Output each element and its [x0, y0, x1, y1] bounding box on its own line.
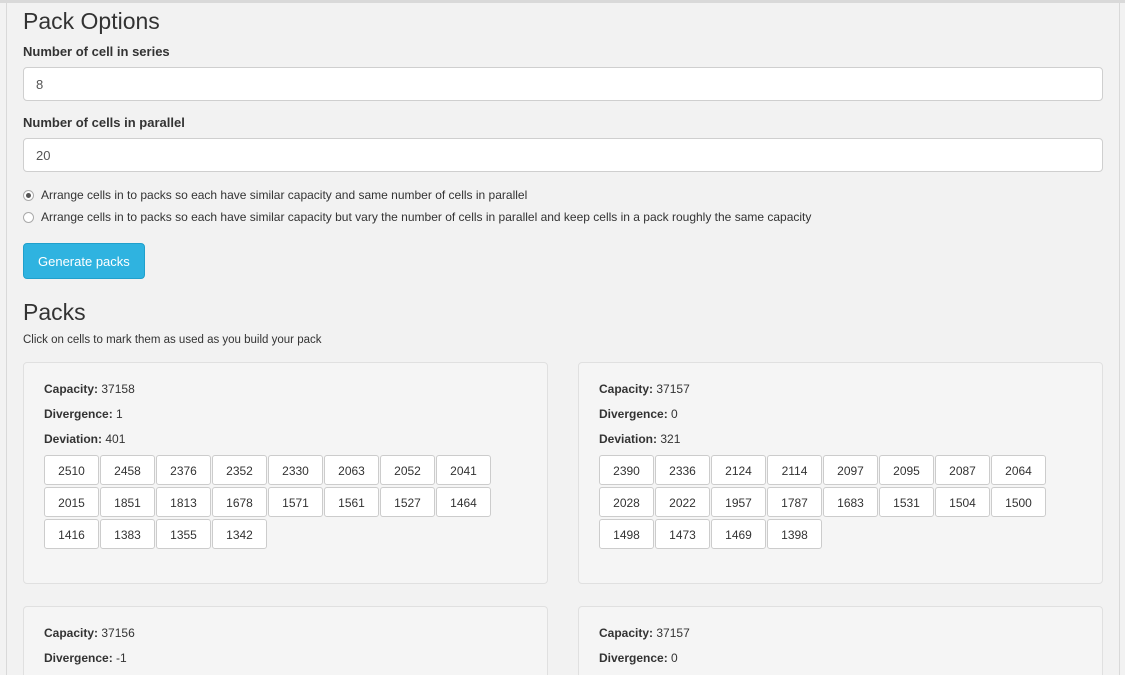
cell-button[interactable]: 1561	[324, 487, 379, 517]
cell-button[interactable]: 2124	[711, 455, 766, 485]
capacity-stat: Capacity: 37157	[599, 382, 690, 396]
cell-button[interactable]: 2330	[268, 455, 323, 485]
cell-button[interactable]: 2336	[655, 455, 710, 485]
cell-button[interactable]: 1342	[212, 519, 267, 549]
radio-button-unselected[interactable]	[23, 211, 34, 223]
cell-button[interactable]: 2063	[324, 455, 379, 485]
parallel-input[interactable]	[23, 138, 1103, 172]
cell-button[interactable]: 2376	[156, 455, 211, 485]
cell-button[interactable]: 2352	[212, 455, 267, 485]
pack-card: Capacity: 37157 Divergence: 0	[578, 606, 1103, 675]
capacity-stat: Capacity: 37156	[44, 626, 135, 640]
right-border	[1119, 0, 1120, 675]
cell-grid: 2510 2458 2376 2352 2330 2063 2052 2041 2015 1851…	[44, 455, 504, 551]
cell-button[interactable]: 1383	[100, 519, 155, 549]
radio-button-selected[interactable]	[23, 189, 34, 201]
packs-title: Packs	[23, 299, 86, 325]
cell-button[interactable]: 2022	[655, 487, 710, 517]
cell-button[interactable]: 1498	[599, 519, 654, 549]
cell-button[interactable]: 2064	[991, 455, 1046, 485]
cell-button[interactable]: 2095	[879, 455, 934, 485]
divergence-stat: Divergence: 1	[44, 407, 123, 421]
cell-button[interactable]: 1464	[436, 487, 491, 517]
cell-button[interactable]: 2390	[599, 455, 654, 485]
left-border	[6, 0, 7, 675]
divergence-stat: Divergence: 0	[599, 651, 678, 665]
capacity-stat: Capacity: 37158	[44, 382, 135, 396]
radio-option-2-label: Arrange cells in to packs so each have s…	[41, 210, 812, 224]
packs-hint: Click on cells to mark them as used as y…	[23, 334, 322, 346]
pack-card: Capacity: 37157 Divergence: 0 Deviation:…	[578, 362, 1103, 584]
cell-button[interactable]: 1500	[991, 487, 1046, 517]
pack-card: Capacity: 37156 Divergence: -1	[23, 606, 548, 675]
series-label: Number of cell in series	[23, 44, 170, 59]
pack-card: Capacity: 37158 Divergence: 1 Deviation:…	[23, 362, 548, 584]
cell-button[interactable]: 1469	[711, 519, 766, 549]
cell-button[interactable]: 1398	[767, 519, 822, 549]
cell-button[interactable]: 2041	[436, 455, 491, 485]
cell-button[interactable]: 1571	[268, 487, 323, 517]
cell-button[interactable]: 1504	[935, 487, 990, 517]
capacity-stat: Capacity: 37157	[599, 626, 690, 640]
cell-button[interactable]: 1851	[100, 487, 155, 517]
cell-button[interactable]: 1813	[156, 487, 211, 517]
cell-button[interactable]: 2114	[767, 455, 822, 485]
series-input[interactable]	[23, 67, 1103, 101]
radio-option-2[interactable]: Arrange cells in to packs so each have s…	[23, 206, 1103, 228]
cell-button[interactable]: 1527	[380, 487, 435, 517]
cell-button[interactable]: 2015	[44, 487, 99, 517]
parallel-label: Number of cells in parallel	[23, 115, 185, 130]
cell-button[interactable]: 1531	[879, 487, 934, 517]
cell-button[interactable]: 1787	[767, 487, 822, 517]
cell-button[interactable]: 1355	[156, 519, 211, 549]
cell-button[interactable]: 1473	[655, 519, 710, 549]
cell-button[interactable]: 2052	[380, 455, 435, 485]
divergence-stat: Divergence: -1	[44, 651, 127, 665]
divergence-stat: Divergence: 0	[599, 407, 678, 421]
cell-button[interactable]: 1957	[711, 487, 766, 517]
cell-button[interactable]: 2510	[44, 455, 99, 485]
cell-button[interactable]: 2087	[935, 455, 990, 485]
radio-option-1-label: Arrange cells in to packs so each have s…	[41, 188, 528, 202]
deviation-stat: Deviation: 401	[44, 432, 126, 446]
cell-button[interactable]: 2458	[100, 455, 155, 485]
cell-button[interactable]: 1683	[823, 487, 878, 517]
deviation-stat: Deviation: 321	[599, 432, 681, 446]
cell-button[interactable]: 2097	[823, 455, 878, 485]
cell-button[interactable]: 1416	[44, 519, 99, 549]
cell-button[interactable]: 2028	[599, 487, 654, 517]
top-border	[0, 0, 1125, 3]
pack-options-title: Pack Options	[23, 8, 160, 34]
generate-packs-button[interactable]: Generate packs	[23, 243, 145, 279]
cell-grid: 2390 2336 2124 2114 2097 2095 2087 2064 2028 2022…	[599, 455, 1059, 551]
radio-option-1[interactable]: Arrange cells in to packs so each have s…	[23, 184, 1103, 206]
cell-button[interactable]: 1678	[212, 487, 267, 517]
pack-options-section: Pack Options Number of cell in series Nu…	[23, 6, 1103, 346]
